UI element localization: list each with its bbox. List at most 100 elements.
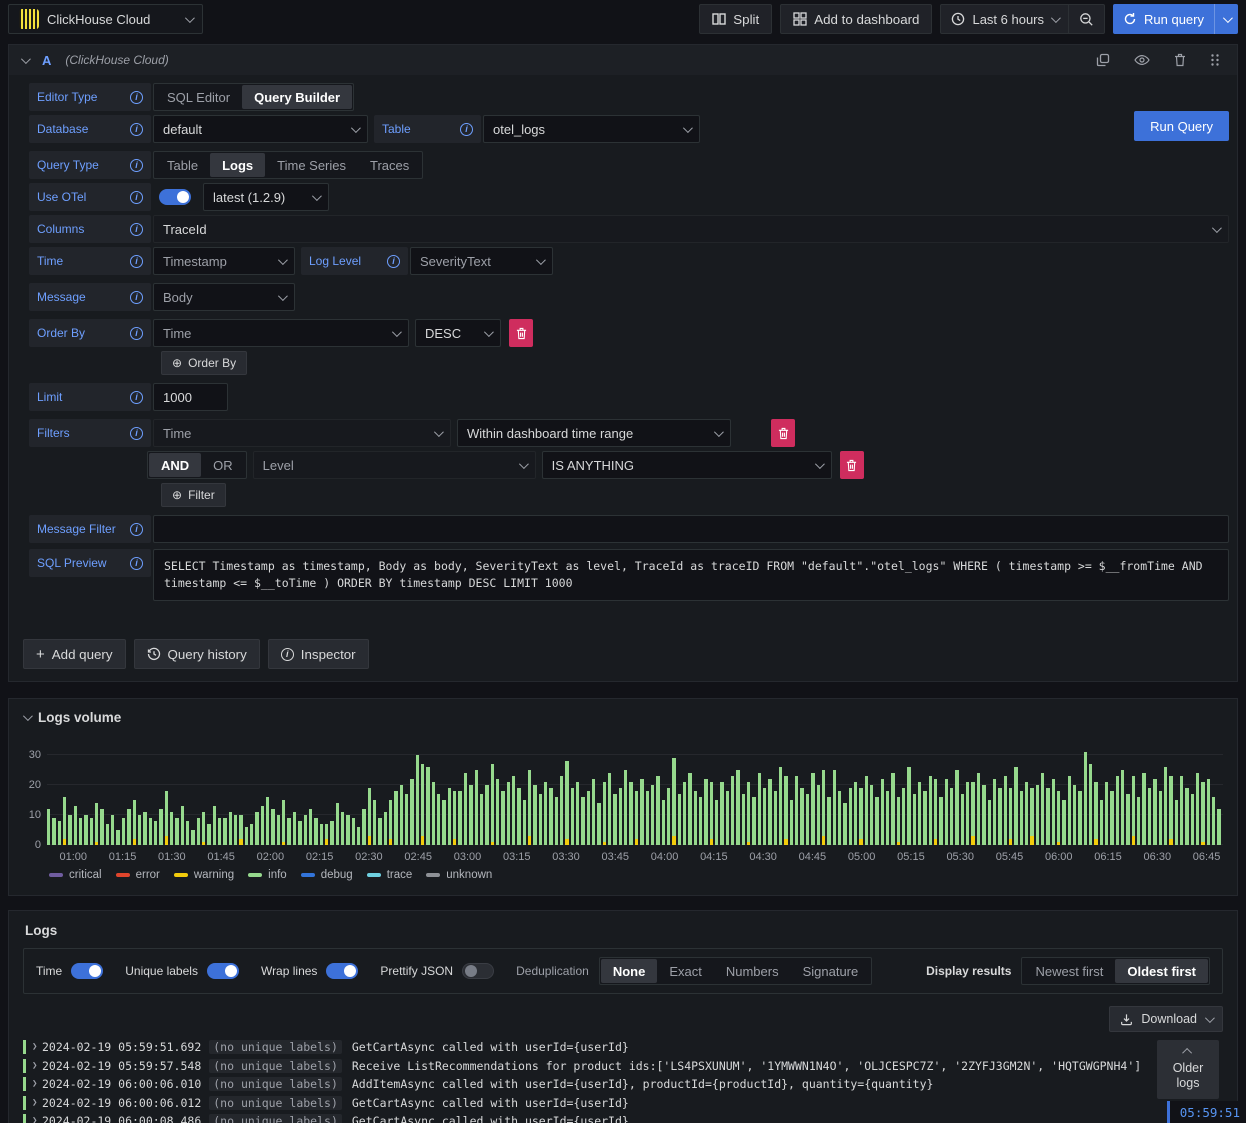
volume-bar[interactable] bbox=[527, 770, 532, 845]
volume-bar[interactable] bbox=[474, 770, 478, 845]
volume-bar[interactable] bbox=[912, 794, 917, 845]
volume-bar[interactable] bbox=[757, 773, 762, 845]
volume-bar[interactable] bbox=[864, 776, 868, 845]
volume-bar[interactable] bbox=[159, 809, 163, 845]
volume-bar[interactable] bbox=[68, 815, 72, 845]
message-filter-input[interactable] bbox=[153, 515, 1229, 543]
volume-bar[interactable] bbox=[169, 812, 174, 845]
filter-condition-operator-select[interactable]: IS ANYTHING bbox=[541, 451, 832, 479]
volume-bar[interactable] bbox=[1217, 809, 1221, 845]
volume-bar[interactable] bbox=[1008, 788, 1013, 845]
volume-bar[interactable] bbox=[469, 785, 473, 845]
volume-bar[interactable] bbox=[63, 797, 67, 845]
database-select[interactable]: default bbox=[153, 115, 368, 143]
dedup-option-signature[interactable]: Signature bbox=[791, 959, 871, 983]
volume-bar[interactable] bbox=[640, 779, 644, 845]
add-filter-button[interactable]: ⊕ Filter bbox=[161, 483, 226, 507]
volume-bar[interactable] bbox=[378, 818, 382, 845]
conjunction-option-and[interactable]: AND bbox=[149, 453, 202, 477]
volume-bar[interactable] bbox=[453, 791, 457, 845]
volume-bar[interactable] bbox=[1126, 794, 1130, 845]
volume-bar[interactable] bbox=[597, 803, 601, 845]
volume-bar[interactable] bbox=[747, 782, 751, 845]
volume-bar[interactable] bbox=[784, 776, 788, 845]
toggle-switch[interactable] bbox=[206, 963, 239, 979]
volume-bar[interactable] bbox=[47, 809, 51, 845]
volume-bar[interactable] bbox=[79, 818, 83, 845]
volume-bar[interactable] bbox=[367, 788, 371, 845]
legend-item-warning[interactable]: warning bbox=[173, 869, 234, 881]
log-row[interactable]: ❯ 2024-02-19 05:59:57.548 (no unique label… bbox=[23, 1057, 1223, 1076]
display-results-option-oldest-first[interactable]: Oldest first bbox=[1115, 959, 1208, 983]
volume-bar[interactable] bbox=[1169, 776, 1173, 845]
volume-bar[interactable] bbox=[255, 812, 259, 845]
time-column-select[interactable]: Timestamp bbox=[153, 247, 295, 275]
legend-item-info[interactable]: info bbox=[248, 869, 287, 881]
volume-bar[interactable] bbox=[998, 788, 1002, 845]
volume-bar[interactable] bbox=[1153, 779, 1157, 845]
volume-bar[interactable] bbox=[324, 824, 329, 845]
columns-multiselect[interactable]: TraceId bbox=[153, 215, 1229, 243]
volume-bar[interactable] bbox=[228, 812, 233, 845]
filter-operator-select[interactable]: Within dashboard time range bbox=[457, 419, 731, 447]
volume-bar[interactable] bbox=[143, 812, 147, 845]
volume-bar[interactable] bbox=[517, 788, 521, 845]
volume-bar[interactable] bbox=[976, 773, 981, 845]
log-level-select[interactable]: SeverityText bbox=[410, 247, 553, 275]
volume-bar[interactable] bbox=[827, 797, 831, 845]
volume-bar[interactable] bbox=[1014, 767, 1018, 845]
info-icon[interactable]: i bbox=[130, 556, 143, 570]
volume-bar[interactable] bbox=[987, 800, 991, 845]
volume-bar[interactable] bbox=[421, 764, 425, 845]
volume-bar[interactable] bbox=[731, 776, 735, 845]
dedup-option-numbers[interactable]: Numbers bbox=[714, 959, 791, 983]
volume-bar[interactable] bbox=[661, 800, 665, 845]
volume-bar[interactable] bbox=[383, 812, 387, 845]
volume-bar[interactable] bbox=[1185, 788, 1189, 845]
volume-bar[interactable] bbox=[164, 791, 168, 845]
volume-bar[interactable] bbox=[1056, 791, 1061, 845]
volume-bar[interactable] bbox=[971, 782, 975, 845]
volume-bar[interactable] bbox=[618, 788, 623, 845]
volume-bar[interactable] bbox=[570, 788, 575, 845]
volume-bar[interactable] bbox=[1121, 770, 1125, 845]
volume-bar[interactable] bbox=[576, 782, 580, 845]
volume-bar[interactable] bbox=[720, 782, 724, 845]
expand-chevron-icon[interactable]: ❯ bbox=[32, 1098, 42, 1108]
volume-bar[interactable] bbox=[212, 806, 216, 845]
otel-version-select[interactable]: latest (1.2.9) bbox=[203, 183, 329, 211]
volume-bar[interactable] bbox=[485, 785, 489, 845]
volume-bar[interactable] bbox=[458, 791, 462, 845]
query-type-option-table[interactable]: Table bbox=[155, 153, 210, 177]
volume-bar[interactable] bbox=[859, 788, 863, 845]
volume-bar[interactable] bbox=[800, 788, 804, 845]
volume-bar[interactable] bbox=[736, 770, 740, 845]
volume-bar[interactable] bbox=[885, 791, 890, 845]
query-row-header[interactable]: A (ClickHouse Cloud) bbox=[9, 45, 1237, 75]
volume-bar[interactable] bbox=[1190, 794, 1194, 845]
volume-bar[interactable] bbox=[869, 785, 874, 845]
remove-order-by-button[interactable] bbox=[509, 319, 533, 347]
volume-bar[interactable] bbox=[966, 782, 970, 845]
volume-bar[interactable] bbox=[752, 797, 756, 845]
volume-bar[interactable] bbox=[1158, 791, 1162, 845]
volume-bar[interactable] bbox=[1131, 776, 1136, 845]
query-history-button[interactable]: Query history bbox=[133, 639, 260, 669]
volume-bar[interactable] bbox=[180, 806, 184, 845]
order-by-field-select[interactable]: Time bbox=[153, 319, 409, 347]
volume-bar[interactable] bbox=[853, 782, 858, 845]
volume-bar[interactable] bbox=[768, 779, 772, 845]
volume-bar[interactable] bbox=[1147, 788, 1152, 845]
table-select[interactable]: otel_logs bbox=[483, 115, 700, 143]
expand-chevron-icon[interactable]: ❯ bbox=[32, 1079, 42, 1089]
volume-bar[interactable] bbox=[314, 818, 318, 845]
volume-bar[interactable] bbox=[218, 818, 222, 845]
volume-bar[interactable] bbox=[672, 758, 676, 845]
volume-bar[interactable] bbox=[613, 794, 617, 845]
time-range-button[interactable]: Last 6 hours bbox=[941, 5, 1068, 33]
editor-type-option-query-builder[interactable]: Query Builder bbox=[242, 85, 353, 109]
volume-bar[interactable] bbox=[95, 803, 99, 845]
volume-bar[interactable] bbox=[234, 815, 238, 845]
log-row[interactable]: ❯ 2024-02-19 06:00:08.486 (no unique label… bbox=[23, 1112, 1223, 1123]
volume-bar[interactable] bbox=[308, 809, 313, 845]
